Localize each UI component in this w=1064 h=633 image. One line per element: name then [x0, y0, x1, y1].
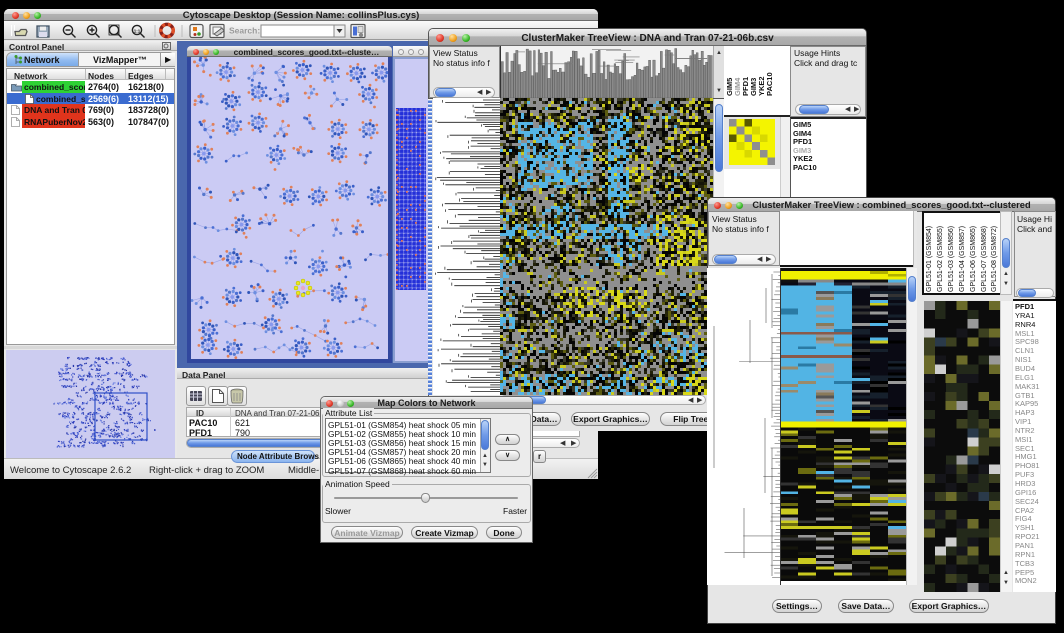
- svg-text:1:1: 1:1: [134, 29, 141, 34]
- svg-text:Search:: Search:: [229, 26, 260, 36]
